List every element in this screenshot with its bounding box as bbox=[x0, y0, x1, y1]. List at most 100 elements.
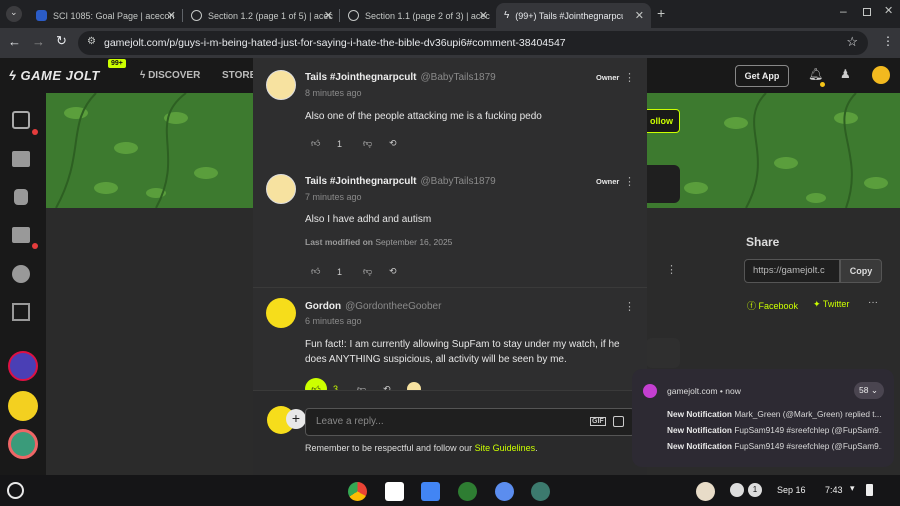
reply-composer: + Leave a reply... GIF Remember to be re… bbox=[253, 390, 647, 475]
share-more-button[interactable]: ··· bbox=[868, 297, 878, 308]
reply-input[interactable]: Leave a reply... GIF bbox=[305, 408, 635, 436]
share-facebook-link[interactable]: ⓕ Facebook bbox=[747, 299, 798, 312]
notification-count-badge: 99+ bbox=[108, 59, 126, 68]
site-info-icon[interactable]: ⚙ bbox=[87, 36, 96, 47]
nav-discover[interactable]: ϟ DISCOVER bbox=[140, 70, 200, 81]
reload-icon[interactable]: ↻ bbox=[56, 33, 67, 49]
browser-menu-icon[interactable]: ⋮ bbox=[882, 34, 894, 48]
rail-alert-dot bbox=[32, 243, 38, 249]
comment-menu-icon[interactable]: ⋮ bbox=[624, 71, 635, 84]
notification-line: New Notification FupSam9149 #sreefchlep … bbox=[667, 425, 882, 435]
left-rail bbox=[0, 93, 46, 475]
files-app-icon[interactable] bbox=[421, 482, 440, 501]
comment-menu-icon[interactable]: ⋮ bbox=[624, 175, 635, 188]
notification-line: New Notification FupSam9149 #sreefchlep … bbox=[667, 441, 882, 451]
settings-app-icon[interactable] bbox=[495, 482, 514, 501]
site-guidelines-link[interactable]: Site Guidelines bbox=[475, 443, 536, 453]
wifi-icon: ▾ bbox=[850, 483, 855, 493]
new-tab-button[interactable]: + bbox=[657, 5, 665, 21]
tab-sci-goal[interactable]: SCI 1085: Goal Page | acecon ✕ bbox=[28, 3, 183, 28]
community-avatar[interactable] bbox=[8, 429, 38, 459]
bookmark-star-icon[interactable]: ☆ bbox=[846, 34, 858, 50]
store-icon[interactable] bbox=[12, 151, 30, 167]
commenter-handle: @BabyTails1879 bbox=[420, 176, 496, 187]
gamejolt-notification-icon bbox=[643, 384, 657, 398]
tab-section-1-2[interactable]: Section 1.2 (page 1 of 5) | acec ✕ bbox=[183, 3, 340, 28]
activity-icon[interactable] bbox=[12, 111, 30, 129]
tab-gamejolt[interactable]: ϟ (99+) Tails #Jointhegnarpcult ✕ bbox=[496, 3, 651, 28]
commenter-avatar[interactable] bbox=[266, 174, 296, 204]
forward-arrow-icon[interactable]: → bbox=[32, 34, 45, 49]
get-app-button[interactable]: Get App bbox=[735, 65, 789, 87]
address-bar[interactable]: ⚙ gamejolt.com/p/guys-i-m-being-hated-ju… bbox=[78, 31, 868, 55]
nav-store[interactable]: STORE bbox=[222, 70, 256, 81]
acecon-favicon-icon bbox=[36, 10, 47, 21]
back-arrow-icon[interactable]: ← bbox=[8, 34, 21, 49]
copy-button[interactable]: Copy bbox=[840, 259, 882, 283]
close-icon[interactable]: ✕ bbox=[635, 9, 644, 22]
friends-icon[interactable]: ♟ bbox=[840, 67, 851, 81]
tab-search-button[interactable]: ⌄ bbox=[6, 6, 22, 22]
share-twitter-link[interactable]: ✦ Twitter bbox=[813, 299, 849, 310]
chat-icon[interactable] bbox=[12, 265, 30, 283]
chevron-down-icon: ⌄ bbox=[870, 385, 878, 395]
gamejolt-logo[interactable]: ϟ GAME JOLT bbox=[9, 68, 100, 83]
terminal-app-icon[interactable] bbox=[531, 482, 550, 501]
maximize-button[interactable] bbox=[863, 8, 871, 16]
comment-actions: 👍︎ 1 👎︎ ⟲ bbox=[311, 138, 397, 149]
backpack-icon[interactable] bbox=[14, 189, 28, 205]
notification-line: New Notification Mark_Green (@Mark_Green… bbox=[667, 409, 882, 419]
dislike-icon[interactable]: 👎︎ bbox=[363, 266, 389, 277]
close-icon[interactable]: ✕ bbox=[167, 9, 176, 22]
guideline-note: Remember to be respectful and follow our… bbox=[305, 443, 538, 453]
tab-section-1-1[interactable]: Section 1.1 (page 2 of 3) | acec ✕ bbox=[340, 3, 495, 28]
sticker-icon[interactable] bbox=[613, 416, 624, 427]
user-avatar[interactable] bbox=[872, 66, 890, 84]
comment-menu-icon[interactable]: ⋮ bbox=[624, 300, 635, 313]
close-icon[interactable]: ✕ bbox=[479, 9, 488, 22]
gif-button[interactable]: GIF bbox=[590, 417, 606, 426]
commenter-avatar[interactable] bbox=[266, 298, 296, 328]
dislike-icon[interactable]: 👎︎ bbox=[363, 138, 389, 149]
time-label[interactable]: 7:43 bbox=[825, 485, 843, 495]
post-kebab-icon[interactable]: ⋮ bbox=[666, 263, 677, 276]
reply-icon[interactable]: ⟲ bbox=[389, 266, 397, 277]
globe-icon bbox=[191, 10, 202, 21]
comment-time[interactable]: 6 minutes ago bbox=[305, 316, 362, 326]
side-card bbox=[646, 338, 680, 368]
minimize-button[interactable]: – bbox=[840, 4, 847, 18]
chrome-app-icon[interactable] bbox=[348, 482, 367, 501]
launcher-button[interactable] bbox=[7, 482, 24, 499]
reply-icon[interactable]: ⟲ bbox=[389, 138, 397, 149]
close-icon[interactable]: ✕ bbox=[324, 9, 333, 22]
community-avatar[interactable] bbox=[8, 351, 38, 381]
community-avatar[interactable] bbox=[8, 391, 38, 421]
like-count[interactable]: 1 bbox=[337, 139, 363, 149]
user-app-icon[interactable] bbox=[696, 482, 715, 501]
commenter-avatar[interactable] bbox=[266, 70, 296, 100]
share-url-input[interactable]: https://gamejolt.c bbox=[744, 259, 840, 283]
commenter-name[interactable]: Gordon @GordontheeGoober bbox=[305, 301, 441, 312]
notification-popup[interactable]: gamejolt.com • now 58 ⌄ New Notification… bbox=[632, 369, 894, 467]
close-window-button[interactable]: ✕ bbox=[884, 4, 893, 17]
like-icon[interactable]: 👍︎ bbox=[311, 266, 337, 277]
like-count[interactable]: 1 bbox=[337, 267, 363, 277]
like-icon[interactable]: 👍︎ bbox=[311, 138, 337, 149]
library-icon[interactable] bbox=[12, 303, 30, 321]
notification-count-chip[interactable]: 58 ⌄ bbox=[854, 382, 884, 399]
quests-icon[interactable] bbox=[12, 227, 30, 243]
commenter-name[interactable]: Tails #Jointhegnarpcult @BabyTails1879 bbox=[305, 176, 496, 187]
date-label[interactable]: Sep 16 bbox=[777, 485, 806, 495]
bell-icon[interactable]: 🔔︎ bbox=[808, 67, 823, 81]
tray-icon-circle[interactable] bbox=[730, 483, 744, 497]
add-attachment-button[interactable]: + bbox=[286, 409, 306, 429]
gmail-app-icon[interactable] bbox=[385, 482, 404, 501]
comment-time[interactable]: 7 minutes ago bbox=[305, 192, 362, 202]
tray-count[interactable]: 1 bbox=[748, 483, 762, 497]
comment-time[interactable]: 8 minutes ago bbox=[305, 88, 362, 98]
chart-app-icon[interactable] bbox=[458, 482, 477, 501]
commenter-handle: @GordontheeGoober bbox=[345, 301, 442, 312]
tab-title: Section 1.2 (page 1 of 5) | acec bbox=[208, 10, 333, 21]
os-shelf: Sep 16 1 7:43 ▾ bbox=[0, 475, 900, 506]
commenter-name[interactable]: Tails #Jointhegnarpcult @BabyTails1879 bbox=[305, 72, 496, 83]
